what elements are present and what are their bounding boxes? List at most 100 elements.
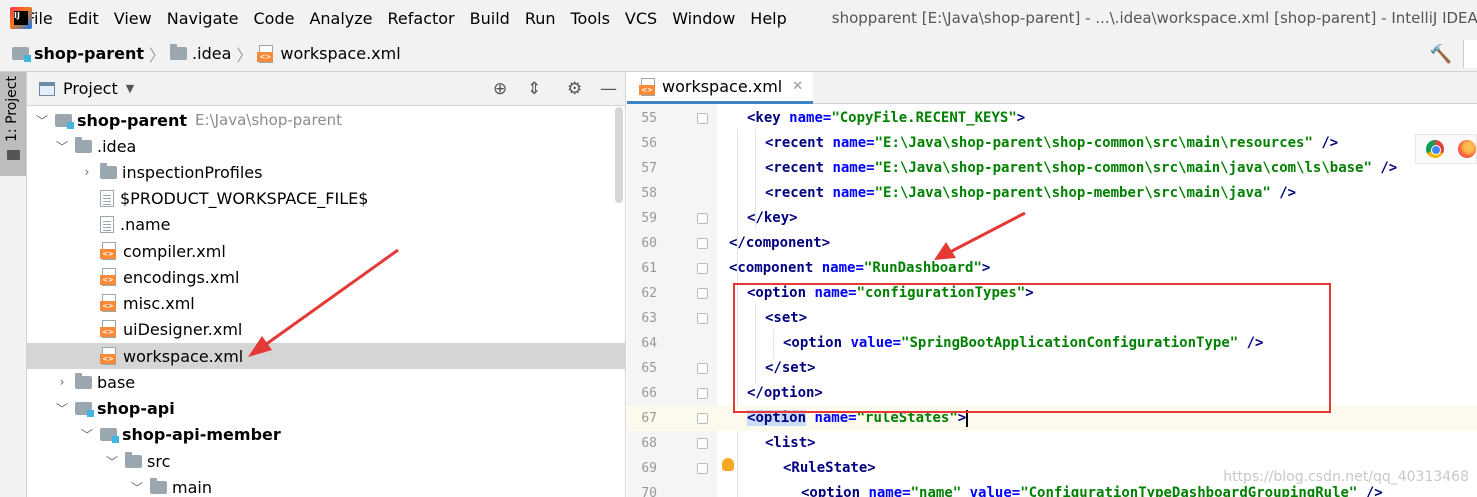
breadcrumb: shop-parent 〉 .idea 〉 workspace.xml <box>0 36 1477 72</box>
menu-analyze[interactable]: Analyze <box>309 9 372 28</box>
build-hammer-icon[interactable]: 🔨 <box>1430 44 1452 65</box>
project-view-selector[interactable]: Project <box>63 79 118 98</box>
chevron-down-icon[interactable]: ﹀ <box>105 453 119 470</box>
project-tool-window-tab[interactable]: 1: Project <box>0 72 26 176</box>
tree-item-compiler-xml[interactable]: compiler.xml <box>27 238 625 264</box>
code-line[interactable]: 61 <component name="RunDashboard"> <box>627 256 1477 281</box>
tree-item-shop-api[interactable]: ﹀ shop-api <box>27 395 625 421</box>
xml-tag: <recent <box>765 135 825 151</box>
menu-vcs[interactable]: VCS <box>625 9 657 28</box>
fold-marker-icon[interactable] <box>697 363 708 374</box>
tree-item-main[interactable]: ﹀ main <box>27 474 625 497</box>
firefox-icon[interactable] <box>1458 140 1476 158</box>
line-number: 60 <box>641 236 657 251</box>
code-text: </component> <box>729 231 830 256</box>
chevron-right-icon: 〉 <box>149 45 166 65</box>
menu-view[interactable]: View <box>114 9 152 28</box>
xml-attribute: name= <box>814 410 857 426</box>
fold-marker-icon[interactable] <box>697 388 708 399</box>
line-number: 64 <box>641 336 657 351</box>
tree-item-encodings-xml[interactable]: encodings.xml <box>27 264 625 290</box>
chevron-right-icon[interactable]: › <box>80 165 94 179</box>
module-folder-icon <box>100 427 119 443</box>
code-line[interactable]: 58 <recent name="E:\Java\shop-parent\sho… <box>627 181 1477 206</box>
tree-item-misc-xml[interactable]: misc.xml <box>27 290 625 316</box>
tree-item-label: uiDesigner.xml <box>123 319 243 339</box>
folder-icon <box>125 451 142 468</box>
breadcrumb-item-project[interactable]: shop-parent <box>12 44 144 63</box>
code-line[interactable]: 56 <recent name="E:\Java\shop-parent\sho… <box>627 131 1477 156</box>
tree-item-src[interactable]: ﹀ src <box>27 448 625 474</box>
chevron-right-icon[interactable]: › <box>55 375 69 389</box>
chevron-down-icon[interactable]: ﹀ <box>130 479 144 496</box>
gear-icon[interactable]: ⚙ <box>567 79 582 99</box>
menu-build[interactable]: Build <box>470 9 510 28</box>
fold-marker-icon[interactable] <box>697 463 708 474</box>
chevron-down-icon[interactable]: ▼ <box>126 82 134 95</box>
breadcrumb-item-file[interactable]: workspace.xml <box>257 44 401 63</box>
tree-item-label: encodings.xml <box>123 267 240 287</box>
tree-scrollbar[interactable] <box>615 107 623 203</box>
close-icon[interactable]: ✕ <box>792 79 803 94</box>
fold-marker-icon[interactable] <box>697 438 708 449</box>
chrome-icon[interactable] <box>1426 140 1444 158</box>
folder-icon <box>100 162 117 179</box>
code-line[interactable]: 59 </key> <box>627 206 1477 231</box>
code-line[interactable]: 66 </option> <box>627 381 1477 406</box>
tree-item-product-workspace-file[interactable]: $PRODUCT_WORKSPACE_FILE$ <box>27 185 625 211</box>
watermark: https://blog.csdn.net/qq_40313468 <box>1223 469 1469 485</box>
code-line[interactable]: 65 </set> <box>627 356 1477 381</box>
locate-file-icon[interactable]: ⊕ <box>493 79 507 99</box>
xml-tag: /> <box>1270 185 1297 201</box>
xml-attribute: value= <box>850 335 902 351</box>
menu-navigate[interactable]: Navigate <box>167 9 239 28</box>
tree-item-workspace-xml[interactable]: workspace.xml <box>27 343 625 369</box>
tree-item-idea[interactable]: ﹀ .idea <box>27 133 625 159</box>
intention-bulb-icon[interactable] <box>722 458 734 471</box>
xml-tag: <list> <box>765 435 816 451</box>
code-line[interactable]: 60 </component> <box>627 231 1477 256</box>
menu-window[interactable]: Window <box>672 9 735 28</box>
fold-marker-icon[interactable] <box>697 313 708 324</box>
project-tool-window-label: 1: Project <box>4 76 20 142</box>
chevron-down-icon[interactable]: ﹀ <box>55 138 69 155</box>
window-title: shopparent [E:\Java\shop-parent] - ...\.… <box>831 9 1477 27</box>
fold-marker-icon[interactable] <box>697 288 708 299</box>
fold-marker-icon[interactable] <box>697 113 708 124</box>
menu-refactor[interactable]: Refactor <box>388 9 455 28</box>
fold-marker-icon[interactable] <box>697 263 708 274</box>
fold-marker-icon[interactable] <box>697 413 708 424</box>
xml-value: "ConfigurationTypeDashboardGroupingRule" <box>1020 485 1358 497</box>
code-line[interactable]: 57 <recent name="E:\Java\shop-parent\sho… <box>627 156 1477 181</box>
chevron-down-icon[interactable]: ﹀ <box>80 426 94 443</box>
tab-workspace-xml[interactable]: workspace.xml ✕ <box>627 72 814 104</box>
chevron-down-icon[interactable]: ﹀ <box>35 112 49 129</box>
menu-tools[interactable]: Tools <box>571 9 610 28</box>
fold-marker-icon[interactable] <box>697 238 708 249</box>
code-text: </option> <box>747 381 823 406</box>
collapse-all-icon[interactable]: ⇕ <box>527 79 541 99</box>
fold-marker-icon[interactable] <box>697 213 708 224</box>
code-line[interactable]: 64 <option value="SpringBootApplicationC… <box>627 331 1477 356</box>
tree-item-label: shop-api-member <box>122 424 281 444</box>
menu-edit[interactable]: Edit <box>68 9 99 28</box>
code-line[interactable]: 63 <set> <box>627 306 1477 331</box>
code-line[interactable]: 62 <option name="configurationTypes"> <box>627 281 1477 306</box>
tree-item-shop-api-member[interactable]: ﹀ shop-api-member <box>27 421 625 447</box>
tree-item-shop-parent[interactable]: ﹀ shop-parent E:\Java\shop-parent <box>27 107 625 133</box>
tree-item-inspectionprofiles[interactable]: › inspectionProfiles <box>27 159 625 185</box>
code-line[interactable]: 68 <list> <box>627 431 1477 456</box>
tree-item-uidesigner-xml[interactable]: uiDesigner.xml <box>27 316 625 342</box>
chevron-down-icon[interactable]: ﹀ <box>55 400 69 417</box>
code-line[interactable]: 55 <key name="CopyFile.RECENT_KEYS"> <box>627 106 1477 131</box>
code-line-current[interactable]: 67 <option name="ruleStates"> <box>627 406 1477 431</box>
menu-help[interactable]: Help <box>750 9 786 28</box>
tree-item-name[interactable]: .name <box>27 211 625 237</box>
breadcrumb-item-idea[interactable]: .idea <box>170 44 231 63</box>
menu-code[interactable]: Code <box>254 9 295 28</box>
xml-file-icon <box>100 294 118 312</box>
hide-panel-icon[interactable]: — <box>600 79 617 99</box>
menu-run[interactable]: Run <box>525 9 556 28</box>
code-text: <list> <box>765 431 816 456</box>
tree-item-base[interactable]: › base <box>27 369 625 395</box>
